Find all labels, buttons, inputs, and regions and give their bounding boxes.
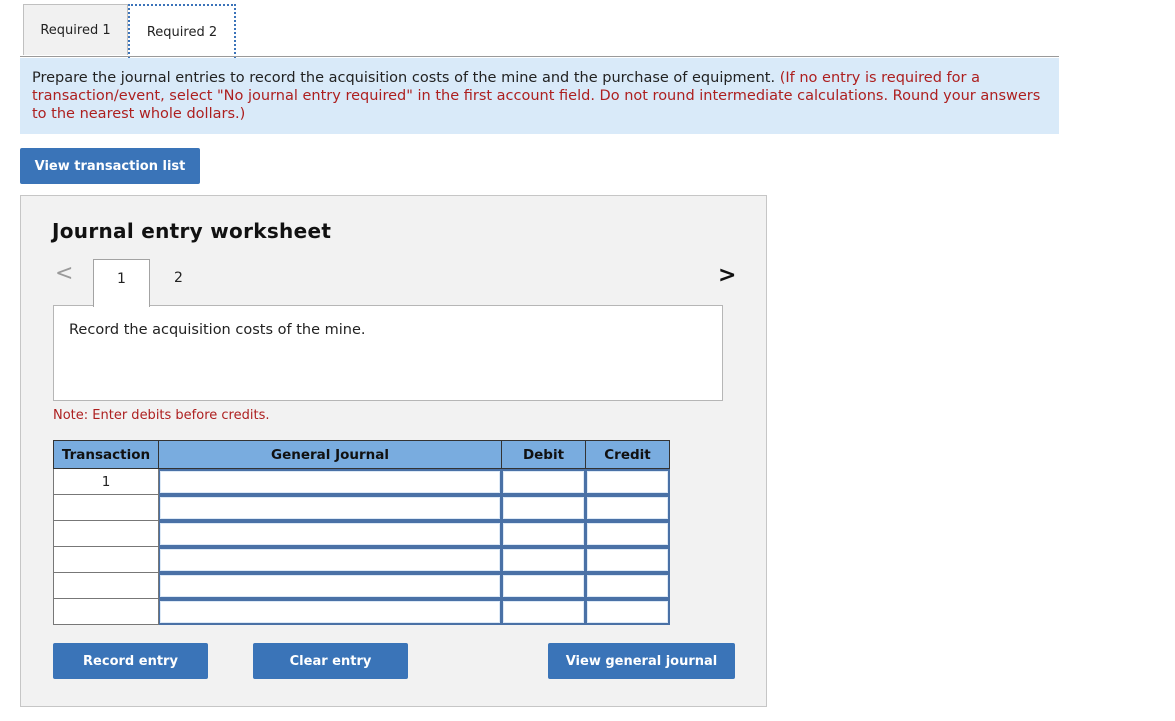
transaction-cell	[53, 520, 159, 547]
account-cell	[158, 572, 502, 599]
debit-cell	[501, 546, 586, 573]
debit-input[interactable]	[503, 574, 584, 597]
entry-description: Record the acquisition costs of the mine…	[69, 322, 366, 338]
instructions-main: Prepare the journal entries to record th…	[32, 70, 780, 86]
table-row	[53, 520, 670, 547]
account-cell	[158, 494, 502, 521]
account-input[interactable]	[160, 600, 500, 623]
table-row	[53, 598, 670, 625]
debit-input[interactable]	[503, 600, 584, 623]
header-debit: Debit	[501, 440, 586, 469]
debit-cell	[501, 494, 586, 521]
account-input[interactable]	[160, 522, 500, 545]
account-cell	[158, 468, 502, 495]
credit-input[interactable]	[587, 574, 668, 597]
journal-table: Transaction General Journal Debit Credit…	[53, 440, 670, 625]
transaction-cell	[53, 494, 159, 521]
credit-cell	[585, 520, 670, 547]
header-general-journal: General Journal	[158, 440, 502, 469]
transaction-cell	[53, 572, 159, 599]
account-cell	[158, 546, 502, 573]
worksheet-title: Journal entry worksheet	[52, 219, 332, 243]
credit-input[interactable]	[587, 548, 668, 571]
table-row: 1	[53, 468, 670, 495]
credit-input[interactable]	[587, 496, 668, 519]
record-entry-button[interactable]: Record entry	[53, 643, 208, 679]
debit-cell	[501, 598, 586, 625]
chevron-right-icon[interactable]: >	[718, 265, 736, 287]
clear-entry-button[interactable]: Clear entry	[253, 643, 408, 679]
credit-cell	[585, 494, 670, 521]
account-input[interactable]	[160, 496, 500, 519]
view-transaction-list-button[interactable]: View transaction list	[20, 148, 200, 184]
credit-cell	[585, 598, 670, 625]
transaction-cell	[53, 546, 159, 573]
credit-cell	[585, 572, 670, 599]
entry-description-box: Record the acquisition costs of the mine…	[53, 305, 723, 401]
credit-input[interactable]	[587, 600, 668, 623]
account-input[interactable]	[160, 548, 500, 571]
account-cell	[158, 520, 502, 547]
chevron-left-icon[interactable]: <	[55, 263, 73, 285]
debit-input[interactable]	[503, 470, 584, 493]
credit-cell	[585, 546, 670, 573]
step-tab-1[interactable]: 1	[93, 259, 150, 307]
account-input[interactable]	[160, 470, 500, 493]
debit-input[interactable]	[503, 548, 584, 571]
tabs-divider	[20, 56, 1059, 57]
table-row	[53, 546, 670, 573]
transaction-cell	[53, 598, 159, 625]
tab-required-1[interactable]: Required 1	[23, 4, 128, 55]
instructions-box: Prepare the journal entries to record th…	[20, 58, 1059, 134]
table-row	[53, 494, 670, 521]
account-input[interactable]	[160, 574, 500, 597]
account-cell	[158, 598, 502, 625]
credit-cell	[585, 468, 670, 495]
tab-required-2[interactable]: Required 2	[128, 4, 236, 58]
debit-input[interactable]	[503, 522, 584, 545]
header-credit: Credit	[585, 440, 670, 469]
debits-note: Note: Enter debits before credits.	[53, 408, 270, 423]
header-transaction: Transaction	[53, 440, 159, 469]
debit-cell	[501, 572, 586, 599]
step-tab-2[interactable]: 2	[150, 259, 207, 306]
credit-input[interactable]	[587, 470, 668, 493]
view-general-journal-button[interactable]: View general journal	[548, 643, 735, 679]
journal-table-header: Transaction General Journal Debit Credit	[53, 440, 670, 469]
transaction-cell: 1	[53, 468, 159, 495]
credit-input[interactable]	[587, 522, 668, 545]
requirement-tabs: Required 1 Required 2	[23, 4, 236, 58]
debit-input[interactable]	[503, 496, 584, 519]
debit-cell	[501, 468, 586, 495]
table-row	[53, 572, 670, 599]
debit-cell	[501, 520, 586, 547]
